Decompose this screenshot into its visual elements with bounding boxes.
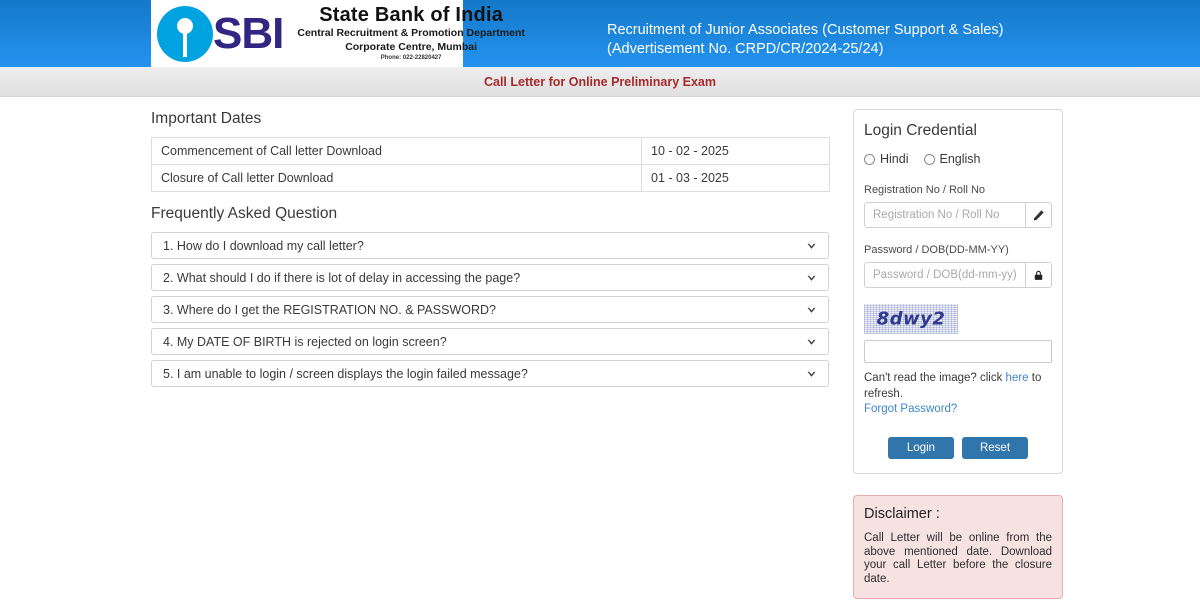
bank-name: State Bank of India (297, 4, 525, 27)
faq-item-3[interactable]: 3. Where do I get the REGISTRATION NO. &… (151, 296, 829, 323)
disclaimer-body: Call Letter will be online from the abov… (864, 532, 1052, 586)
captcha-image-text: 8dwy2 (864, 309, 958, 330)
login-panel-title: Login Credential (864, 122, 1052, 140)
right-column: Login Credential Hindi English Registrat… (853, 97, 1063, 599)
left-column: Important Dates Commencement of Call let… (151, 97, 829, 392)
chevron-down-icon[interactable] (805, 335, 818, 348)
bank-department-line1: Central Recruitment & Promotion Departme… (297, 27, 525, 40)
keyhole-stem-icon (183, 31, 187, 57)
chevron-down-icon[interactable] (805, 367, 818, 380)
faq-title: Frequently Asked Question (151, 205, 829, 223)
disclaimer-title: Disclaimer : (864, 506, 1052, 522)
date-label: Closure of Call letter Download (152, 165, 642, 192)
radio-button-hindi[interactable] (864, 154, 875, 165)
language-option-english[interactable]: English (924, 152, 981, 166)
chevron-down-icon[interactable] (805, 239, 818, 252)
reset-button[interactable]: Reset (962, 437, 1028, 459)
site-header: SBI State Bank of India Central Recruitm… (0, 0, 1200, 67)
password-input-group (864, 262, 1052, 288)
page-title-line1: Recruitment of Junior Associates (Custom… (607, 21, 1004, 40)
captcha-input[interactable] (864, 340, 1052, 363)
sbi-logo-plate: SBI State Bank of India Central Recruitm… (151, 0, 463, 67)
faq-question-label: 3. Where do I get the REGISTRATION NO. &… (163, 303, 496, 317)
faq-item-2[interactable]: 2. What should I do if there is lot of d… (151, 264, 829, 291)
registration-input-group (864, 202, 1052, 228)
bank-phone: Phone: 022-22820427 (297, 54, 525, 62)
password-field-label: Password / DOB(DD-MM-YY) (864, 244, 1052, 256)
captcha-refresh-link[interactable]: here (1006, 372, 1029, 384)
call-letter-banner-text: Call Letter for Online Preliminary Exam (484, 75, 716, 89)
login-button-row: Login Reset (864, 437, 1052, 459)
faq-item-5[interactable]: 5. I am unable to login / screen display… (151, 360, 829, 387)
faq-question-label: 2. What should I do if there is lot of d… (163, 271, 520, 285)
lock-icon[interactable] (1026, 262, 1052, 288)
date-label: Commencement of Call letter Download (152, 138, 642, 165)
language-label-english: English (940, 152, 981, 166)
important-dates-title: Important Dates (151, 110, 829, 128)
language-radio-group: Hindi English (864, 152, 1052, 166)
page-body: Important Dates Commencement of Call let… (0, 97, 1200, 601)
registration-field-label: Registration No / Roll No (864, 184, 1052, 196)
language-label-hindi: Hindi (880, 152, 909, 166)
table-row: Commencement of Call letter Download 10 … (152, 138, 830, 165)
faq-item-1[interactable]: 1. How do I download my call letter? (151, 232, 829, 259)
page-title: Recruitment of Junior Associates (Custom… (607, 21, 1004, 59)
faq-list: 1. How do I download my call letter? 2. … (151, 232, 829, 387)
disclaimer-box: Disclaimer : Call Letter will be online … (853, 495, 1063, 599)
faq-item-4[interactable]: 4. My DATE OF BIRTH is rejected on login… (151, 328, 829, 355)
radio-button-english[interactable] (924, 154, 935, 165)
chevron-down-icon[interactable] (805, 303, 818, 316)
page-title-line2: (Advertisement No. CRPD/CR/2024-25/24) (607, 40, 1004, 59)
captcha-helper-prefix: Can't read the image? click (864, 372, 1006, 384)
faq-question-label: 5. I am unable to login / screen display… (163, 367, 528, 381)
language-option-hindi[interactable]: Hindi (864, 152, 909, 166)
password-input[interactable] (864, 262, 1026, 288)
important-dates-table: Commencement of Call letter Download 10 … (151, 137, 830, 192)
captcha-image: 8dwy2 (864, 304, 958, 334)
sbi-keyhole-logo-icon (157, 6, 213, 62)
chevron-down-icon[interactable] (805, 271, 818, 284)
registration-input[interactable] (864, 202, 1026, 228)
forgot-password-link[interactable]: Forgot Password? (864, 403, 1052, 415)
call-letter-banner: Call Letter for Online Preliminary Exam (0, 67, 1200, 97)
bank-department-line2: Corporate Centre, Mumbai (297, 41, 525, 54)
date-value: 01 - 03 - 2025 (642, 165, 830, 192)
faq-question-label: 1. How do I download my call letter? (163, 239, 364, 253)
faq-question-label: 4. My DATE OF BIRTH is rejected on login… (163, 335, 447, 349)
login-panel: Login Credential Hindi English Registrat… (853, 109, 1063, 474)
table-row: Closure of Call letter Download 01 - 03 … (152, 165, 830, 192)
bank-identity-block: State Bank of India Central Recruitment … (297, 4, 525, 62)
login-button[interactable]: Login (888, 437, 954, 459)
date-value: 10 - 02 - 2025 (642, 138, 830, 165)
sbi-wordmark: SBI (213, 12, 283, 56)
pencil-icon[interactable] (1026, 202, 1052, 228)
captcha-refresh-helper: Can't read the image? click here to refr… (864, 370, 1052, 402)
